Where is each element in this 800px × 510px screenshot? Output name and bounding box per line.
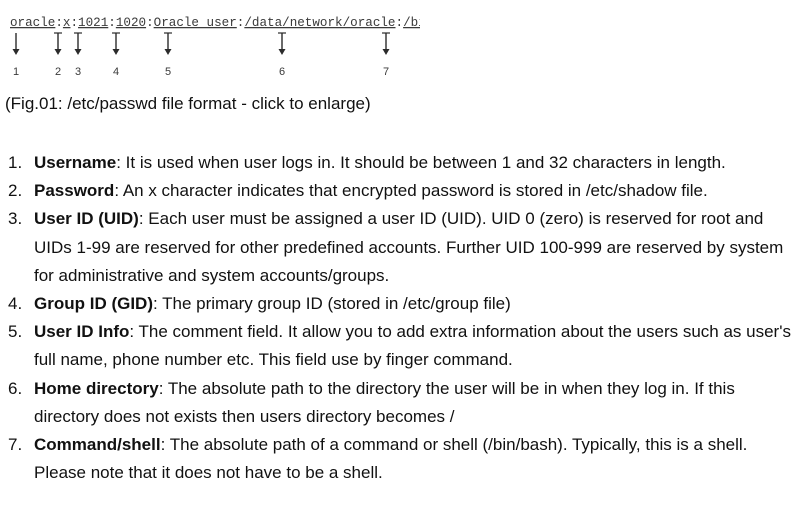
field-description: : An x character indicates that encrypte… xyxy=(114,181,708,201)
passwd-separator: : xyxy=(108,16,116,30)
field-name: User ID Info xyxy=(34,322,130,342)
marker-arrowhead xyxy=(74,49,82,55)
figure-caption[interactable]: (Fig.01: /etc/passwd file format - click… xyxy=(5,93,371,115)
field-number: 1. xyxy=(8,153,23,172)
marker-number: 1 xyxy=(13,66,19,78)
field-marker-1: 1 xyxy=(12,33,20,78)
marker-number: 6 xyxy=(279,66,285,78)
passwd-separator: : xyxy=(237,16,245,30)
field-name: Group ID (GID) xyxy=(34,294,153,314)
field-description: : Each user must be assigned a user ID (… xyxy=(34,209,784,285)
passwd-field-text: oracle xyxy=(10,16,55,30)
field-number: 4. xyxy=(8,294,23,314)
field-item: 6. Home directory: The absolute path to t… xyxy=(0,375,796,431)
marker-number: 5 xyxy=(165,66,171,78)
passwd-field-text: x xyxy=(63,16,71,30)
field-number: 7. xyxy=(8,435,23,455)
field-item: 5. User ID Info: The comment field. It al… xyxy=(0,318,796,374)
field-name: User ID (UID) xyxy=(34,209,139,229)
field-description: : It is used when user logs in. It shoul… xyxy=(116,153,726,172)
passwd-separator: : xyxy=(70,16,78,30)
field-marker-5: 5 xyxy=(164,32,172,78)
marker-arrowhead xyxy=(382,49,390,55)
passwd-line: oracle:x:1021:1020:Oracle user:/data/net… xyxy=(10,16,420,30)
field-marker-3: 3 xyxy=(74,32,82,78)
field-name: Home directory xyxy=(34,378,159,398)
field-description: : The comment field. It allow you to add… xyxy=(34,322,791,370)
passwd-separator: : xyxy=(396,16,404,30)
field-list: 1. Username: It is used when user logs in… xyxy=(0,149,796,487)
field-marker-4: 4 xyxy=(112,32,120,78)
marker-number: 2 xyxy=(55,66,61,78)
field-item: 2. Password: An x character indicates tha… xyxy=(0,177,796,205)
passwd-field-text: Oracle user xyxy=(154,16,237,30)
passwd-format-figure[interactable]: oracle:x:1021:1020:Oracle user:/data/net… xyxy=(0,0,420,85)
field-number: 6. xyxy=(8,378,23,398)
passwd-separator: : xyxy=(146,16,154,30)
field-item: 3. User ID (UID): Each user must be assig… xyxy=(0,205,796,290)
field-markers: 1 2 3 4 5 6 7 xyxy=(12,32,390,78)
field-item: 1. Username: It is used when user logs in… xyxy=(0,149,796,177)
marker-number: 7 xyxy=(383,66,389,78)
passwd-field-text: 1020 xyxy=(116,16,146,30)
field-marker-6: 6 xyxy=(278,32,286,78)
marker-arrowhead xyxy=(112,49,120,55)
field-number: 3. xyxy=(8,209,23,229)
marker-arrowhead xyxy=(12,49,20,55)
field-marker-2: 2 xyxy=(54,32,62,78)
passwd-format-diagram: oracle:x:1021:1020:Oracle user:/data/net… xyxy=(10,16,420,78)
marker-arrowhead xyxy=(54,49,62,55)
field-number: 5. xyxy=(8,322,23,342)
passwd-field-text: 1021 xyxy=(78,16,108,30)
field-item: 7. Command/shell: The absolute path of a … xyxy=(0,431,796,487)
field-description: : The primary group ID (stored in /etc/g… xyxy=(152,294,511,314)
field-item: 4. Group ID (GID): The primary group ID (… xyxy=(0,290,796,318)
marker-number: 4 xyxy=(113,66,119,78)
passwd-field-text: /data/network/oracle xyxy=(244,16,395,30)
marker-arrowhead xyxy=(278,49,286,55)
marker-number: 3 xyxy=(75,66,81,78)
field-name: Command/shell xyxy=(34,435,161,455)
field-name: Password xyxy=(34,181,115,201)
field-name: Username xyxy=(34,153,117,172)
field-marker-7: 7 xyxy=(382,32,390,78)
field-number: 2. xyxy=(8,181,23,201)
passwd-field-text: /bin/bash xyxy=(403,16,420,30)
passwd-separator: : xyxy=(55,16,63,30)
marker-arrowhead xyxy=(164,49,172,55)
